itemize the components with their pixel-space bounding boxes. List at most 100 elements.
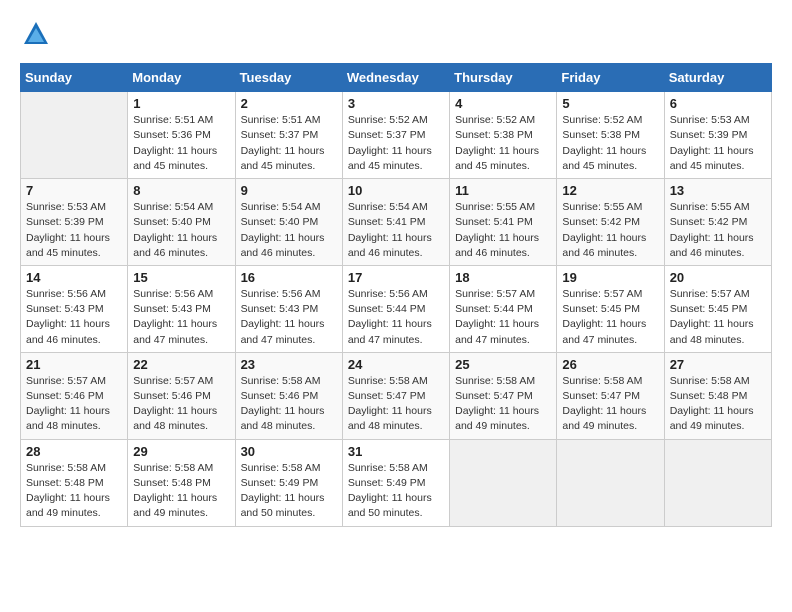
day-number: 16	[241, 270, 337, 285]
calendar-cell	[557, 439, 664, 526]
calendar-cell: 29Sunrise: 5:58 AM Sunset: 5:48 PM Dayli…	[128, 439, 235, 526]
calendar-week-2: 7 Sunrise: 5:53 AM Sunset: 5:39 PM Daylig…	[21, 179, 772, 266]
day-info: Sunrise: 5:51 AM Sunset: 5:37 PM Dayligh…	[241, 113, 337, 174]
day-number: 18	[455, 270, 551, 285]
calendar-cell	[664, 439, 771, 526]
day-info: Sunrise: 5:55 AM Sunset: 5:42 PM Dayligh…	[670, 200, 766, 261]
day-number: 26	[562, 357, 658, 372]
day-info: Sunrise: 5:52 AM Sunset: 5:37 PM Dayligh…	[348, 113, 444, 174]
calendar-cell: 5 Sunrise: 5:52 AM Sunset: 5:38 PM Daylig…	[557, 92, 664, 179]
day-info: Sunrise: 5:57 AM Sunset: 5:45 PM Dayligh…	[670, 287, 766, 348]
header-friday: Friday	[557, 64, 664, 92]
header-saturday: Saturday	[664, 64, 771, 92]
calendar-cell: 24Sunrise: 5:58 AM Sunset: 5:47 PM Dayli…	[342, 352, 449, 439]
day-number: 21	[26, 357, 122, 372]
calendar-cell: 9Sunrise: 5:54 AM Sunset: 5:40 PM Daylig…	[235, 179, 342, 266]
day-number: 4	[455, 96, 551, 111]
calendar-week-1: 1 Sunrise: 5:51 AM Sunset: 5:36 PM Daylig…	[21, 92, 772, 179]
day-info: Sunrise: 5:53 AM Sunset: 5:39 PM Dayligh…	[670, 113, 766, 174]
day-info: Sunrise: 5:55 AM Sunset: 5:42 PM Dayligh…	[562, 200, 658, 261]
calendar-week-4: 21 Sunrise: 5:57 AM Sunset: 5:46 PM Dayli…	[21, 352, 772, 439]
day-info: Sunrise: 5:54 AM Sunset: 5:40 PM Dayligh…	[133, 200, 229, 261]
day-info: Sunrise: 5:56 AM Sunset: 5:43 PM Dayligh…	[26, 287, 122, 348]
day-info: Sunrise: 5:58 AM Sunset: 5:48 PM Dayligh…	[670, 374, 766, 435]
day-number: 8	[133, 183, 229, 198]
day-info: Sunrise: 5:58 AM Sunset: 5:46 PM Dayligh…	[241, 374, 337, 435]
calendar-week-3: 14 Sunrise: 5:56 AM Sunset: 5:43 PM Dayli…	[21, 265, 772, 352]
day-number: 11	[455, 183, 551, 198]
calendar-cell: 31 Sunrise: 5:58 AM Sunset: 5:49 PM Dayli…	[342, 439, 449, 526]
day-number: 20	[670, 270, 766, 285]
calendar-cell: 30 Sunrise: 5:58 AM Sunset: 5:49 PM Dayli…	[235, 439, 342, 526]
day-number: 14	[26, 270, 122, 285]
header-thursday: Thursday	[450, 64, 557, 92]
day-info: Sunrise: 5:57 AM Sunset: 5:44 PM Dayligh…	[455, 287, 551, 348]
calendar-cell: 16 Sunrise: 5:56 AM Sunset: 5:43 PM Dayli…	[235, 265, 342, 352]
day-number: 7	[26, 183, 122, 198]
day-number: 30	[241, 444, 337, 459]
calendar-cell: 15 Sunrise: 5:56 AM Sunset: 5:43 PM Dayli…	[128, 265, 235, 352]
calendar-cell: 1 Sunrise: 5:51 AM Sunset: 5:36 PM Daylig…	[128, 92, 235, 179]
day-number: 19	[562, 270, 658, 285]
day-info: Sunrise: 5:58 AM Sunset: 5:47 PM Dayligh…	[562, 374, 658, 435]
calendar-header-row: SundayMondayTuesdayWednesdayThursdayFrid…	[21, 64, 772, 92]
day-number: 10	[348, 183, 444, 198]
header-wednesday: Wednesday	[342, 64, 449, 92]
calendar-table: SundayMondayTuesdayWednesdayThursdayFrid…	[20, 63, 772, 526]
calendar-cell: 14 Sunrise: 5:56 AM Sunset: 5:43 PM Dayli…	[21, 265, 128, 352]
day-info: Sunrise: 5:56 AM Sunset: 5:44 PM Dayligh…	[348, 287, 444, 348]
day-number: 13	[670, 183, 766, 198]
day-number: 3	[348, 96, 444, 111]
day-number: 22	[133, 357, 229, 372]
calendar-cell: 25 Sunrise: 5:58 AM Sunset: 5:47 PM Dayli…	[450, 352, 557, 439]
day-info: Sunrise: 5:57 AM Sunset: 5:46 PM Dayligh…	[26, 374, 122, 435]
header-tuesday: Tuesday	[235, 64, 342, 92]
calendar-cell: 19 Sunrise: 5:57 AM Sunset: 5:45 PM Dayli…	[557, 265, 664, 352]
day-info: Sunrise: 5:52 AM Sunset: 5:38 PM Dayligh…	[455, 113, 551, 174]
logo-icon	[22, 20, 50, 48]
calendar-cell: 2 Sunrise: 5:51 AM Sunset: 5:37 PM Daylig…	[235, 92, 342, 179]
calendar-week-5: 28 Sunrise: 5:58 AM Sunset: 5:48 PM Dayli…	[21, 439, 772, 526]
day-info: Sunrise: 5:57 AM Sunset: 5:46 PM Dayligh…	[133, 374, 229, 435]
calendar-cell: 12Sunrise: 5:55 AM Sunset: 5:42 PM Dayli…	[557, 179, 664, 266]
day-info: Sunrise: 5:58 AM Sunset: 5:47 PM Dayligh…	[348, 374, 444, 435]
day-info: Sunrise: 5:54 AM Sunset: 5:40 PM Dayligh…	[241, 200, 337, 261]
day-number: 15	[133, 270, 229, 285]
day-number: 1	[133, 96, 229, 111]
day-number: 2	[241, 96, 337, 111]
day-info: Sunrise: 5:58 AM Sunset: 5:49 PM Dayligh…	[241, 461, 337, 522]
day-number: 5	[562, 96, 658, 111]
calendar-cell: 17 Sunrise: 5:56 AM Sunset: 5:44 PM Dayli…	[342, 265, 449, 352]
day-number: 6	[670, 96, 766, 111]
calendar-cell: 13 Sunrise: 5:55 AM Sunset: 5:42 PM Dayli…	[664, 179, 771, 266]
day-info: Sunrise: 5:55 AM Sunset: 5:41 PM Dayligh…	[455, 200, 551, 261]
day-number: 31	[348, 444, 444, 459]
day-info: Sunrise: 5:56 AM Sunset: 5:43 PM Dayligh…	[241, 287, 337, 348]
calendar-cell: 23 Sunrise: 5:58 AM Sunset: 5:46 PM Dayli…	[235, 352, 342, 439]
calendar-cell: 21 Sunrise: 5:57 AM Sunset: 5:46 PM Dayli…	[21, 352, 128, 439]
day-number: 23	[241, 357, 337, 372]
calendar-cell: 8 Sunrise: 5:54 AM Sunset: 5:40 PM Daylig…	[128, 179, 235, 266]
day-info: Sunrise: 5:54 AM Sunset: 5:41 PM Dayligh…	[348, 200, 444, 261]
day-info: Sunrise: 5:56 AM Sunset: 5:43 PM Dayligh…	[133, 287, 229, 348]
day-number: 17	[348, 270, 444, 285]
calendar-cell: 22 Sunrise: 5:57 AM Sunset: 5:46 PM Dayli…	[128, 352, 235, 439]
calendar-cell: 20 Sunrise: 5:57 AM Sunset: 5:45 PM Dayli…	[664, 265, 771, 352]
day-number: 27	[670, 357, 766, 372]
day-info: Sunrise: 5:58 AM Sunset: 5:47 PM Dayligh…	[455, 374, 551, 435]
header-monday: Monday	[128, 64, 235, 92]
calendar-cell: 7 Sunrise: 5:53 AM Sunset: 5:39 PM Daylig…	[21, 179, 128, 266]
calendar-cell: 18 Sunrise: 5:57 AM Sunset: 5:44 PM Dayli…	[450, 265, 557, 352]
day-info: Sunrise: 5:58 AM Sunset: 5:48 PM Dayligh…	[133, 461, 229, 522]
calendar-cell: 28 Sunrise: 5:58 AM Sunset: 5:48 PM Dayli…	[21, 439, 128, 526]
day-number: 25	[455, 357, 551, 372]
day-info: Sunrise: 5:52 AM Sunset: 5:38 PM Dayligh…	[562, 113, 658, 174]
day-info: Sunrise: 5:58 AM Sunset: 5:49 PM Dayligh…	[348, 461, 444, 522]
day-info: Sunrise: 5:58 AM Sunset: 5:48 PM Dayligh…	[26, 461, 122, 522]
day-number: 28	[26, 444, 122, 459]
day-info: Sunrise: 5:53 AM Sunset: 5:39 PM Dayligh…	[26, 200, 122, 261]
day-info: Sunrise: 5:57 AM Sunset: 5:45 PM Dayligh…	[562, 287, 658, 348]
calendar-cell: 4 Sunrise: 5:52 AM Sunset: 5:38 PM Daylig…	[450, 92, 557, 179]
calendar-cell: 3 Sunrise: 5:52 AM Sunset: 5:37 PM Daylig…	[342, 92, 449, 179]
day-info: Sunrise: 5:51 AM Sunset: 5:36 PM Dayligh…	[133, 113, 229, 174]
